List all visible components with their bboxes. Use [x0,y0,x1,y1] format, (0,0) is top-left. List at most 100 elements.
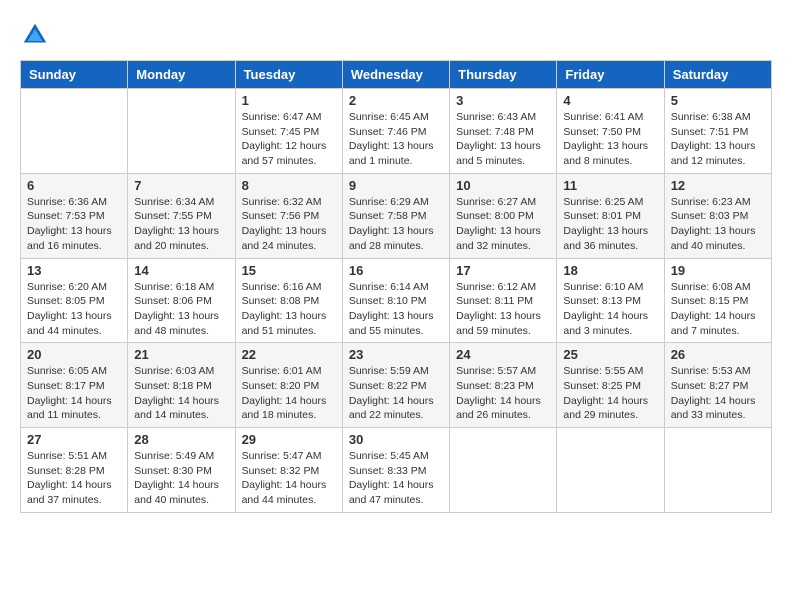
day-number: 19 [671,263,765,278]
day-info: Sunrise: 6:10 AMSunset: 8:13 PMDaylight:… [563,280,657,339]
page-header [20,20,772,50]
day-info: Sunrise: 6:14 AMSunset: 8:10 PMDaylight:… [349,280,443,339]
day-info: Sunrise: 5:45 AMSunset: 8:33 PMDaylight:… [349,449,443,508]
calendar-cell: 23 Sunrise: 5:59 AMSunset: 8:22 PMDayligh… [342,343,449,428]
calendar-week-row: 27 Sunrise: 5:51 AMSunset: 8:28 PMDayligh… [21,428,772,513]
day-info: Sunrise: 6:41 AMSunset: 7:50 PMDaylight:… [563,110,657,169]
calendar-cell: 3 Sunrise: 6:43 AMSunset: 7:48 PMDaylight… [450,89,557,174]
calendar-cell: 25Sunrise: 5:55 AMSunset: 8:25 PMDayligh… [557,343,664,428]
calendar-week-row: 20 Sunrise: 6:05 AMSunset: 8:17 PMDayligh… [21,343,772,428]
day-info: Sunrise: 5:57 AMSunset: 8:23 PMDaylight:… [456,364,550,423]
calendar-cell: 7Sunrise: 6:34 AMSunset: 7:55 PMDaylight… [128,173,235,258]
calendar-cell: 14Sunrise: 6:18 AMSunset: 8:06 PMDayligh… [128,258,235,343]
day-number: 29 [242,432,336,447]
day-header-wednesday: Wednesday [342,61,449,89]
calendar-cell: 29Sunrise: 5:47 AMSunset: 8:32 PMDayligh… [235,428,342,513]
day-info: Sunrise: 6:18 AMSunset: 8:06 PMDaylight:… [134,280,228,339]
calendar-cell: 26 Sunrise: 5:53 AMSunset: 8:27 PMDayligh… [664,343,771,428]
calendar-cell: 12 Sunrise: 6:23 AMSunset: 8:03 PMDayligh… [664,173,771,258]
calendar-cell: 4 Sunrise: 6:41 AMSunset: 7:50 PMDaylight… [557,89,664,174]
calendar-cell: 5 Sunrise: 6:38 AMSunset: 7:51 PMDaylight… [664,89,771,174]
logo [20,20,54,50]
day-number: 20 [27,347,121,362]
calendar-cell: 16 Sunrise: 6:14 AMSunset: 8:10 PMDayligh… [342,258,449,343]
calendar-cell: 6 Sunrise: 6:36 AMSunset: 7:53 PMDaylight… [21,173,128,258]
day-info: Sunrise: 6:23 AMSunset: 8:03 PMDaylight:… [671,195,765,254]
calendar-cell: 24 Sunrise: 5:57 AMSunset: 8:23 PMDayligh… [450,343,557,428]
day-info: Sunrise: 5:53 AMSunset: 8:27 PMDaylight:… [671,364,765,423]
calendar-cell: 2 Sunrise: 6:45 AMSunset: 7:46 PMDaylight… [342,89,449,174]
day-info: Sunrise: 6:45 AMSunset: 7:46 PMDaylight:… [349,110,443,169]
day-info: Sunrise: 6:12 AMSunset: 8:11 PMDaylight:… [456,280,550,339]
day-info: Sunrise: 6:43 AMSunset: 7:48 PMDaylight:… [456,110,550,169]
calendar-cell [557,428,664,513]
day-header-saturday: Saturday [664,61,771,89]
day-number: 30 [349,432,443,447]
calendar-cell: 28Sunrise: 5:49 AMSunset: 8:30 PMDayligh… [128,428,235,513]
day-info: Sunrise: 5:59 AMSunset: 8:22 PMDaylight:… [349,364,443,423]
calendar-cell: 9 Sunrise: 6:29 AMSunset: 7:58 PMDaylight… [342,173,449,258]
day-info: Sunrise: 6:32 AMSunset: 7:56 PMDaylight:… [242,195,336,254]
day-number: 10 [456,178,550,193]
day-number: 17 [456,263,550,278]
calendar-cell: 8 Sunrise: 6:32 AMSunset: 7:56 PMDaylight… [235,173,342,258]
day-header-friday: Friday [557,61,664,89]
day-number: 15 [242,263,336,278]
day-info: Sunrise: 6:16 AMSunset: 8:08 PMDaylight:… [242,280,336,339]
calendar-cell: 22 Sunrise: 6:01 AMSunset: 8:20 PMDayligh… [235,343,342,428]
calendar-cell: 30 Sunrise: 5:45 AMSunset: 8:33 PMDayligh… [342,428,449,513]
day-info: Sunrise: 6:20 AMSunset: 8:05 PMDaylight:… [27,280,121,339]
day-header-sunday: Sunday [21,61,128,89]
calendar-week-row: 6 Sunrise: 6:36 AMSunset: 7:53 PMDaylight… [21,173,772,258]
calendar-header-row: SundayMondayTuesdayWednesdayThursdayFrid… [21,61,772,89]
day-header-monday: Monday [128,61,235,89]
calendar-week-row: 13 Sunrise: 6:20 AMSunset: 8:05 PMDayligh… [21,258,772,343]
day-number: 7 [134,178,228,193]
calendar-cell [450,428,557,513]
day-number: 12 [671,178,765,193]
day-number: 3 [456,93,550,108]
day-number: 11 [563,178,657,193]
calendar-cell [664,428,771,513]
day-number: 27 [27,432,121,447]
day-info: Sunrise: 6:05 AMSunset: 8:17 PMDaylight:… [27,364,121,423]
calendar-cell: 11 Sunrise: 6:25 AMSunset: 8:01 PMDayligh… [557,173,664,258]
day-number: 2 [349,93,443,108]
day-info: Sunrise: 6:25 AMSunset: 8:01 PMDaylight:… [563,195,657,254]
day-number: 4 [563,93,657,108]
logo-icon [20,20,50,50]
day-number: 13 [27,263,121,278]
day-info: Sunrise: 6:08 AMSunset: 8:15 PMDaylight:… [671,280,765,339]
day-number: 8 [242,178,336,193]
day-number: 5 [671,93,765,108]
calendar-week-row: 1Sunrise: 6:47 AMSunset: 7:45 PMDaylight… [21,89,772,174]
calendar-cell: 21 Sunrise: 6:03 AMSunset: 8:18 PMDayligh… [128,343,235,428]
day-number: 18 [563,263,657,278]
day-number: 21 [134,347,228,362]
day-number: 22 [242,347,336,362]
day-number: 16 [349,263,443,278]
calendar-table: SundayMondayTuesdayWednesdayThursdayFrid… [20,60,772,513]
day-info: Sunrise: 6:01 AMSunset: 8:20 PMDaylight:… [242,364,336,423]
day-number: 28 [134,432,228,447]
day-number: 23 [349,347,443,362]
day-number: 6 [27,178,121,193]
day-info: Sunrise: 5:51 AMSunset: 8:28 PMDaylight:… [27,449,121,508]
calendar-cell: 15 Sunrise: 6:16 AMSunset: 8:08 PMDayligh… [235,258,342,343]
day-info: Sunrise: 6:38 AMSunset: 7:51 PMDaylight:… [671,110,765,169]
day-info: Sunrise: 6:47 AMSunset: 7:45 PMDaylight:… [242,110,336,169]
day-number: 9 [349,178,443,193]
day-number: 24 [456,347,550,362]
day-header-thursday: Thursday [450,61,557,89]
day-info: Sunrise: 6:29 AMSunset: 7:58 PMDaylight:… [349,195,443,254]
day-info: Sunrise: 6:36 AMSunset: 7:53 PMDaylight:… [27,195,121,254]
calendar-cell: 10 Sunrise: 6:27 AMSunset: 8:00 PMDayligh… [450,173,557,258]
day-info: Sunrise: 6:27 AMSunset: 8:00 PMDaylight:… [456,195,550,254]
calendar-cell [21,89,128,174]
day-number: 26 [671,347,765,362]
calendar-cell [128,89,235,174]
calendar-cell: 19 Sunrise: 6:08 AMSunset: 8:15 PMDayligh… [664,258,771,343]
calendar-cell: 13 Sunrise: 6:20 AMSunset: 8:05 PMDayligh… [21,258,128,343]
day-info: Sunrise: 6:03 AMSunset: 8:18 PMDaylight:… [134,364,228,423]
day-header-tuesday: Tuesday [235,61,342,89]
